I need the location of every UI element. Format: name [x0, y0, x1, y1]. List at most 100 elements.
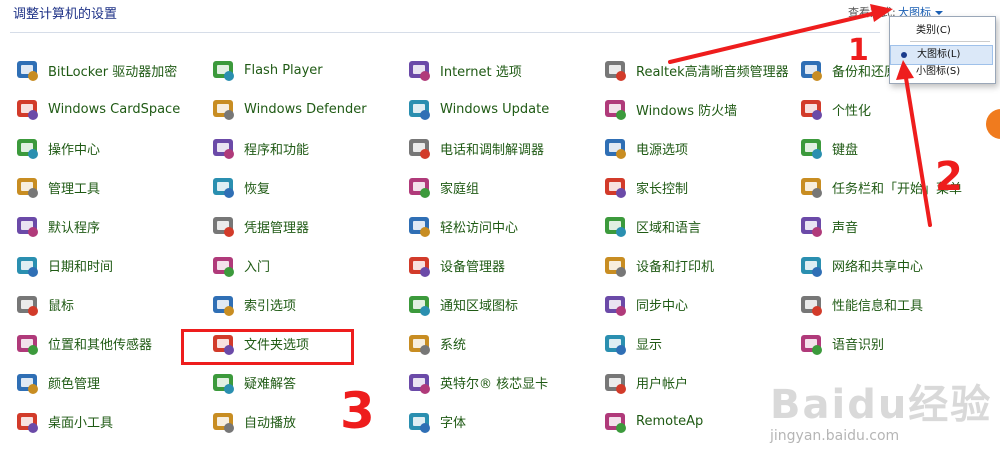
control-panel-item-label: 索引选项 [244, 299, 297, 315]
control-panel-item[interactable]: Windows CardSpace [0, 92, 196, 126]
control-panel-item-label: 英特尔® 核芯显卡 [440, 377, 549, 393]
menu-item-category[interactable]: 类别(C) [890, 22, 993, 40]
control-panel-item-label: 恢复 [244, 181, 271, 197]
control-panel-item[interactable]: 家长控制 [588, 170, 784, 204]
control-panel-item[interactable]: 自动播放 [196, 405, 392, 439]
control-panel-item[interactable]: 位置和其他传感器 [0, 327, 196, 361]
power-options-icon [602, 135, 628, 161]
bitlocker-icon [14, 57, 40, 83]
personalization-icon [798, 96, 824, 122]
control-panel-item[interactable]: 索引选项 [196, 288, 392, 322]
devices-printers-icon [602, 253, 628, 279]
control-panel-item-label: Windows 防火墙 [636, 103, 738, 119]
control-panel-item[interactable]: 显示 [588, 327, 784, 361]
control-panel-item-label: 疑难解答 [244, 377, 297, 393]
performance-tools-icon [798, 292, 824, 318]
control-panel-item[interactable]: 同步中心 [588, 288, 784, 322]
display-icon [602, 331, 628, 357]
control-panel-item[interactable]: 通知区域图标 [392, 288, 588, 322]
notification-area-icon [406, 292, 432, 318]
internet-options-icon [406, 57, 432, 83]
color-management-icon [14, 370, 40, 396]
network-sharing-icon [798, 253, 824, 279]
control-panel-item-label: 电话和调制解调器 [440, 142, 545, 158]
credential-manager-icon [210, 213, 236, 239]
control-panel-item-label: 字体 [440, 416, 467, 432]
control-panel-item-label: 桌面小工具 [48, 416, 114, 432]
control-panel-item[interactable]: Flash Player [196, 53, 392, 87]
control-panel-item[interactable]: 任务栏和「开始」菜单 [784, 170, 1000, 204]
realtek-audio-icon [602, 57, 628, 83]
control-panel-item-label: 网络和共享中心 [832, 260, 924, 275]
control-panel-item-label: 设备管理器 [440, 260, 506, 275]
control-panel-item[interactable]: 操作中心 [0, 131, 196, 165]
control-panel-item[interactable]: 恢复 [196, 170, 392, 204]
control-panel-item[interactable]: 鼠标 [0, 288, 196, 322]
control-panel-item[interactable]: 轻松访问中心 [392, 209, 588, 243]
control-panel-item[interactable]: Windows Defender [196, 92, 392, 126]
menu-item-large-icons[interactable]: 大图标(L) [890, 45, 993, 65]
system-icon [406, 331, 432, 357]
control-panel-item[interactable]: 入门 [196, 249, 392, 283]
control-panel-item[interactable]: 设备和打印机 [588, 249, 784, 283]
control-panel-item[interactable]: 设备管理器 [392, 249, 588, 283]
control-panel-item-label: 区域和语言 [636, 220, 702, 236]
control-panel-item[interactable]: 英特尔® 核芯显卡 [392, 366, 588, 400]
control-panel-item[interactable]: 区域和语言 [588, 209, 784, 243]
calendar-clock-icon [14, 253, 40, 279]
control-panel-item[interactable]: 声音 [784, 209, 1000, 243]
control-panel-item-label: 鼠标 [48, 299, 75, 315]
control-panel-item[interactable]: Windows 防火墙 [588, 92, 784, 126]
control-panel-item[interactable]: 语音识别 [784, 327, 1000, 361]
region-language-icon [602, 213, 628, 239]
menu-separator [910, 41, 990, 42]
indexing-options-icon [210, 292, 236, 318]
speech-recognition-icon [798, 331, 824, 357]
cardspace-icon [14, 96, 40, 122]
control-panel-item[interactable]: 颜色管理 [0, 366, 196, 400]
control-panel-item[interactable]: 家庭组 [392, 170, 588, 204]
control-panel-item[interactable]: 键盘 [784, 131, 1000, 165]
windows-defender-icon [210, 96, 236, 122]
highlight-box-folder-options [181, 329, 354, 365]
getting-started-icon [210, 253, 236, 279]
control-panel-item[interactable]: 疑难解答 [196, 366, 392, 400]
menu-item-small-icons[interactable]: 小图标(S) [890, 63, 993, 81]
control-panel-item[interactable]: 管理工具 [0, 170, 196, 204]
device-manager-icon [406, 253, 432, 279]
control-panel-item[interactable]: 日期和时间 [0, 249, 196, 283]
control-panel-item[interactable]: 个性化 [784, 92, 1000, 126]
control-panel-item-label: 家庭组 [440, 181, 480, 197]
control-panel-item[interactable]: 桌面小工具 [0, 405, 196, 439]
control-panel-item-label: 入门 [244, 260, 271, 275]
control-panel-item[interactable]: 网络和共享中心 [784, 249, 1000, 283]
location-sensor-icon [14, 331, 40, 357]
control-panel-item[interactable]: 字体 [392, 405, 588, 439]
control-panel-item[interactable]: 程序和功能 [196, 131, 392, 165]
control-panel-item[interactable]: 默认程序 [0, 209, 196, 243]
sound-icon [798, 213, 824, 239]
control-panel-item[interactable]: 电话和调制解调器 [392, 131, 588, 165]
control-panel-item-label: Windows Update [440, 101, 550, 117]
header: 调整计算机的设置 查看方式: 大图标 [0, 0, 1000, 30]
control-panel-item-label: 默认程序 [48, 220, 101, 236]
control-panel-item-label: Realtek高清晰音频管理器 [636, 64, 789, 80]
control-panel-item-label: 日期和时间 [48, 260, 114, 275]
baidu-watermark-logo: Baidu经验 [770, 382, 993, 428]
control-panel-item[interactable]: 性能信息和工具 [784, 288, 1000, 322]
control-panel-item[interactable]: 系统 [392, 327, 588, 361]
control-panel-item-label: 系统 [440, 338, 467, 354]
control-panel-item[interactable]: 用户帐户 [588, 366, 784, 400]
control-panel-item[interactable]: 凭据管理器 [196, 209, 392, 243]
control-panel-item[interactable]: Internet 选项 [392, 53, 588, 87]
selected-dot-icon [901, 52, 907, 58]
control-panel-item[interactable]: 电源选项 [588, 131, 784, 165]
control-panel-item[interactable]: BitLocker 驱动器加密 [0, 53, 196, 87]
control-panel-item-label: 电源选项 [636, 142, 689, 158]
fonts-icon [406, 409, 432, 435]
control-panel-item[interactable]: RemoteAp [588, 405, 784, 439]
control-panel-item[interactable]: Windows Update [392, 92, 588, 126]
intel-graphics-icon [406, 370, 432, 396]
default-programs-icon [14, 213, 40, 239]
control-panel-item[interactable]: Realtek高清晰音频管理器 [588, 53, 789, 87]
